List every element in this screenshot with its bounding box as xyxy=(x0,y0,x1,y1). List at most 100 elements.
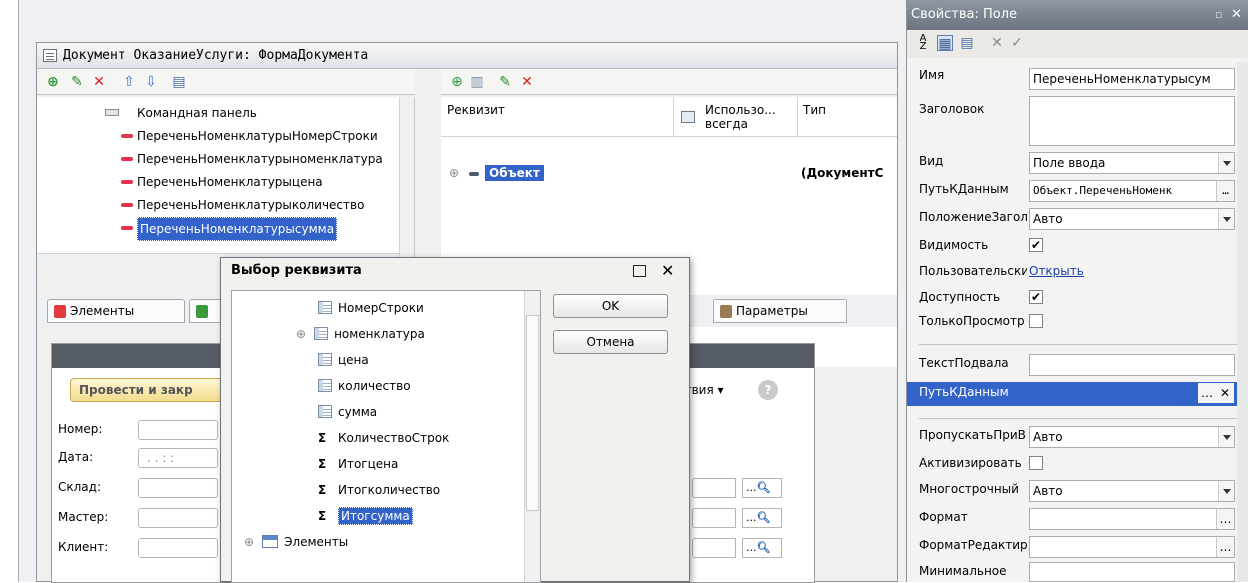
multiline-select[interactable]: Авто xyxy=(1029,480,1235,502)
visible-checkbox[interactable]: ✔ xyxy=(1029,238,1043,252)
close-icon[interactable]: ✕ xyxy=(661,258,674,284)
footer-text-input[interactable] xyxy=(1029,354,1235,376)
tree-item[interactable]: Σ Итогколичество xyxy=(318,477,440,503)
tree-item[interactable]: сумма xyxy=(318,399,377,425)
attribute-row[interactable]: ⊕ Объект (ДокументС xyxy=(441,163,897,185)
tree-item[interactable]: Σ КоличествоСтрок xyxy=(318,425,449,451)
prop-readonly: ТолькоПросмотр xyxy=(907,312,1237,334)
choose-button[interactable]: … xyxy=(1216,537,1234,557)
open-link[interactable]: Открыть xyxy=(1029,264,1084,278)
master-field-end[interactable] xyxy=(692,508,736,528)
delete-attribute-icon[interactable]: ✕ xyxy=(519,74,535,90)
search-icon[interactable]: 🔍︎ xyxy=(757,541,771,554)
add-attribute-icon[interactable]: ⊕ xyxy=(449,74,465,90)
minimal-input[interactable] xyxy=(1029,562,1235,582)
chevron-down-icon[interactable] xyxy=(1218,209,1234,229)
move-down-icon[interactable]: ⇩ xyxy=(143,74,159,90)
tree-item[interactable]: цена xyxy=(318,347,369,373)
tree-item[interactable]: ПереченьНоменклатурыноменклатура xyxy=(37,148,407,170)
tree-item[interactable]: количество xyxy=(318,373,411,399)
ok-button[interactable]: OK xyxy=(553,294,668,318)
properties-scrollbar[interactable] xyxy=(1237,62,1248,582)
title-location-select[interactable]: Авто xyxy=(1029,208,1235,230)
tree-item[interactable]: ПереченьНоменклатурыцена xyxy=(37,171,407,193)
number-field[interactable] xyxy=(138,420,218,440)
warehouse-field[interactable] xyxy=(138,478,218,498)
warehouse-field-end[interactable] xyxy=(692,478,736,498)
master-field[interactable] xyxy=(138,508,218,528)
post-and-close-button[interactable]: Провести и закр xyxy=(70,378,230,402)
chevron-down-icon[interactable] xyxy=(1218,427,1234,447)
expand-icon[interactable]: ⊕ xyxy=(296,327,306,341)
tree-item[interactable]: ПереченьНоменклатурыНомерСтроки xyxy=(37,125,407,147)
tree-item[interactable]: ПереченьНоменклатурыколичество xyxy=(37,194,407,216)
clear-icon[interactable]: ✕ xyxy=(989,35,1005,51)
client-field-end[interactable] xyxy=(692,538,736,558)
page-icon[interactable]: ▤ xyxy=(959,35,975,51)
client-buttons[interactable]: ...🔍︎ xyxy=(742,538,782,558)
client-field[interactable] xyxy=(138,538,218,558)
chevron-down-icon[interactable] xyxy=(1218,481,1234,501)
search-icon[interactable]: 🔍︎ xyxy=(757,481,771,494)
cancel-button[interactable]: Отмена xyxy=(553,330,668,354)
warehouse-buttons[interactable]: ...🔍︎ xyxy=(742,478,782,498)
tree-item[interactable]: Командная панель xyxy=(37,102,407,124)
edit-attribute-icon[interactable]: ✎ xyxy=(497,74,513,90)
expand-icon[interactable]: ⊕ xyxy=(244,535,254,549)
sort-icon[interactable]: AZ xyxy=(915,34,931,52)
categories-icon[interactable]: ▦ xyxy=(937,35,953,52)
tree-item[interactable]: Σ Итогцена xyxy=(318,451,398,477)
prop-value: Поле ввода xyxy=(1033,156,1106,170)
datapath-input[interactable]: Объект.ПереченьНоменк… xyxy=(1029,180,1235,202)
format-input[interactable]: … xyxy=(1029,508,1235,530)
caption-input[interactable] xyxy=(1029,96,1235,146)
tree-item[interactable]: ⊕ Элементы xyxy=(244,529,348,555)
tab-label: Элементы xyxy=(70,304,135,318)
search-icon[interactable]: 🔍︎ xyxy=(757,511,771,524)
delete-icon[interactable]: ✕ xyxy=(91,74,107,90)
edit-icon[interactable]: ✎ xyxy=(69,74,85,90)
pin-icon[interactable]: ▫ xyxy=(1215,0,1222,30)
apply-icon[interactable]: ✓ xyxy=(1009,35,1025,51)
choose-button[interactable]: … xyxy=(1216,181,1234,201)
edit-format-input[interactable]: … xyxy=(1029,536,1235,558)
add-column-icon[interactable]: ▥ xyxy=(469,74,485,90)
choose-button[interactable]: … xyxy=(1198,383,1216,403)
readonly-checkbox[interactable] xyxy=(1029,314,1043,328)
maximize-icon[interactable] xyxy=(633,265,646,277)
date-field[interactable]: . . : : xyxy=(138,448,218,468)
add-icon[interactable]: ⊕ xyxy=(45,74,61,90)
column-header: Использо... всегда xyxy=(705,103,776,131)
prop-label: Видимость xyxy=(919,238,989,252)
kind-select[interactable]: Поле ввода xyxy=(1029,152,1235,174)
skip-on-input-select[interactable]: Авто xyxy=(1029,426,1235,448)
dialog-title-bar[interactable]: Выбор реквизита ✕ xyxy=(221,258,689,284)
help-icon[interactable]: ? xyxy=(758,380,778,400)
tab-parameters[interactable]: Параметры xyxy=(713,299,847,323)
footer-datapath-input[interactable]: … ✕ xyxy=(1029,382,1235,404)
enabled-checkbox[interactable]: ✔ xyxy=(1029,290,1043,304)
chevron-down-icon[interactable] xyxy=(1218,153,1234,173)
fields-icon[interactable]: ▤ xyxy=(171,74,187,90)
form-icon xyxy=(43,49,57,62)
activate-checkbox[interactable] xyxy=(1029,456,1043,470)
tab-elements[interactable]: Элементы xyxy=(47,299,185,323)
close-icon[interactable]: ✕ xyxy=(1231,0,1242,30)
window-title-bar[interactable]: Документ ОказаниеУслуги: ФормаДокумента xyxy=(37,43,897,69)
name-input[interactable]: ПереченьНоменклатурысум xyxy=(1029,68,1235,90)
clear-icon[interactable]: ✕ xyxy=(1216,383,1234,403)
tree-item-selected[interactable]: ПереченьНоменклатурысумма xyxy=(37,217,407,241)
prop-label: ФорматРедактирования xyxy=(919,538,1027,552)
move-up-icon[interactable]: ⇧ xyxy=(121,74,137,90)
table-icon xyxy=(318,301,332,314)
tree-item[interactable]: ⊕ номенклатура xyxy=(296,321,425,347)
choose-button[interactable]: … xyxy=(1216,509,1234,529)
expand-icon[interactable]: ⊕ xyxy=(449,166,459,180)
elements-scrollbar[interactable] xyxy=(399,97,414,267)
tree-item[interactable]: НомерСтроки xyxy=(318,295,424,321)
properties-title-bar[interactable]: Свойства: Поле ▫ ✕ xyxy=(907,0,1248,30)
scroll-thumb[interactable] xyxy=(526,315,539,511)
dialog-scrollbar[interactable] xyxy=(524,291,540,582)
master-buttons[interactable]: ...🔍︎ xyxy=(742,508,782,528)
tree-item-selected[interactable]: Σ Итогсумма xyxy=(318,503,413,529)
